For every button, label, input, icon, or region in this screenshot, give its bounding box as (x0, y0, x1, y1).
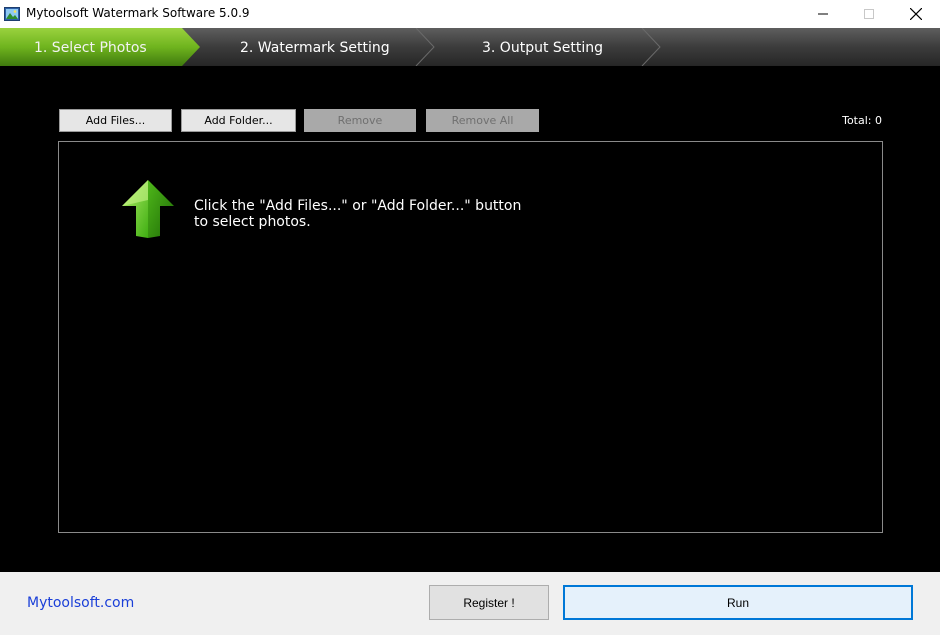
maximize-icon (864, 9, 874, 19)
photo-list[interactable]: Click the "Add Files..." or "Add Folder.… (58, 141, 883, 533)
main-panel: Add Files... Add Folder... Remove Remove… (0, 66, 940, 572)
remove-all-button[interactable]: Remove All (426, 109, 539, 132)
hint-line-2: to select photos. (194, 214, 311, 230)
website-link[interactable]: Mytoolsoft.com (27, 595, 134, 611)
wizard-step-bar: 1. Select Photos 2. Watermark Setting 3.… (0, 28, 940, 66)
maximize-button[interactable] (846, 0, 892, 28)
close-button[interactable] (893, 0, 939, 28)
remove-button[interactable]: Remove (304, 109, 416, 132)
register-button[interactable]: Register ! (429, 585, 549, 620)
title-bar: Mytoolsoft Watermark Software 5.0.9 (0, 0, 940, 28)
close-icon (910, 8, 922, 20)
step-watermark-setting[interactable]: 2. Watermark Setting (240, 40, 390, 56)
minimize-icon (818, 13, 828, 15)
window-title: Mytoolsoft Watermark Software 5.0.9 (26, 6, 250, 20)
landscape-photo-icon (4, 7, 20, 21)
total-count-text: Total: 0 (842, 114, 882, 127)
hint-line-1: Click the "Add Files..." or "Add Folder.… (194, 198, 522, 214)
add-files-button[interactable]: Add Files... (59, 109, 172, 132)
total-count-label: Total: 0 (816, 114, 882, 127)
green-up-arrow-icon (122, 180, 174, 238)
step-output-setting[interactable]: 3. Output Setting (482, 40, 603, 56)
minimize-button[interactable] (800, 0, 846, 28)
footer-bar: Mytoolsoft.com Register ! Run (0, 572, 940, 635)
empty-list-hint: Click the "Add Files..." or "Add Folder.… (194, 198, 574, 230)
step-select-photos[interactable]: 1. Select Photos (34, 40, 147, 56)
run-button[interactable]: Run (563, 585, 913, 620)
add-folder-button[interactable]: Add Folder... (181, 109, 296, 132)
step-separator-3 (641, 28, 661, 66)
step-separator-2 (415, 28, 435, 66)
